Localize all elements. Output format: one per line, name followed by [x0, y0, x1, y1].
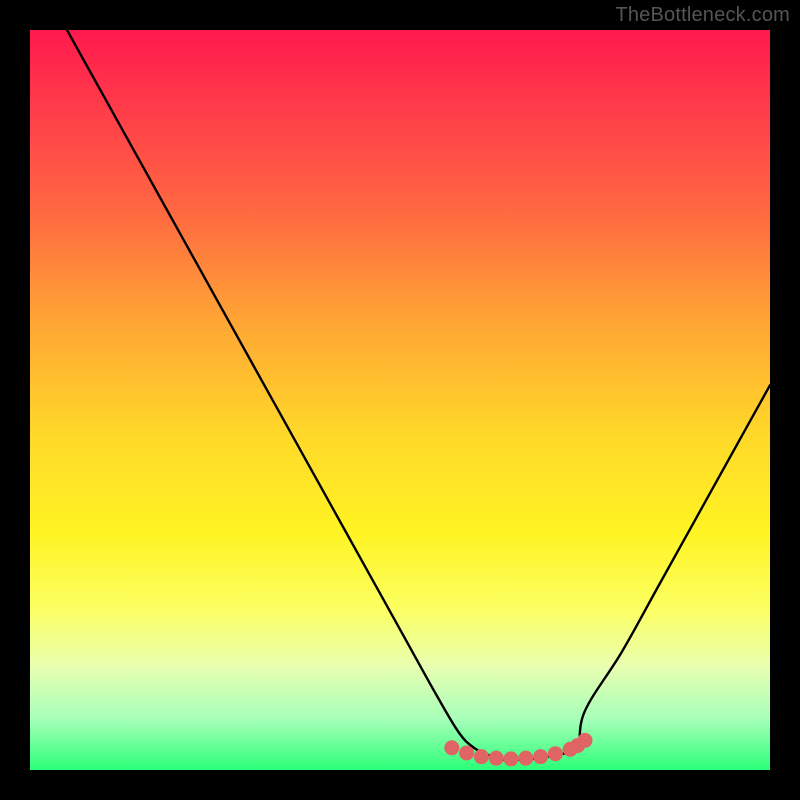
flat-dot	[444, 740, 459, 755]
attribution-text: TheBottleneck.com	[615, 4, 790, 27]
bottleneck-curve	[67, 30, 770, 760]
bottleneck-plot	[30, 30, 770, 770]
flat-dot	[459, 745, 474, 760]
flat-region-dots	[444, 733, 592, 767]
flat-dot	[548, 746, 563, 761]
flat-dot	[518, 751, 533, 766]
flat-dot	[563, 742, 578, 757]
chart-frame: TheBottleneck.com	[0, 0, 800, 800]
flat-dot	[489, 751, 504, 766]
flat-dot	[504, 751, 519, 766]
plot-svg	[30, 30, 770, 770]
flat-dot	[474, 749, 489, 764]
flat-dot	[578, 733, 593, 748]
flat-dot	[570, 738, 585, 753]
flat-dot	[533, 749, 548, 764]
